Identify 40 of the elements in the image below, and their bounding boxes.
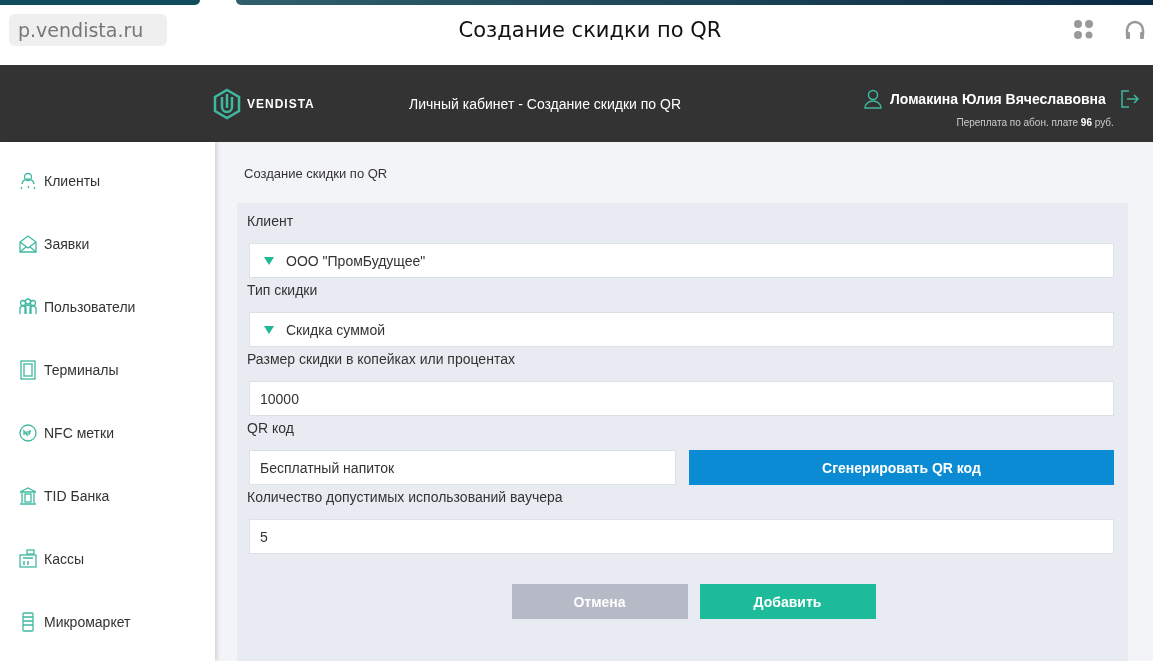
sidebar-item[interactable]: Терминалы [0, 353, 215, 416]
sidebar-item[interactable]: Пользователи [0, 290, 215, 353]
dropdown[interactable]: Скидка суммой [249, 312, 1114, 347]
field-label: Количество допустимых использований ваучера [247, 488, 564, 507]
logout-icon[interactable] [1119, 90, 1140, 108]
sidebar-item[interactable]: Кассы [0, 542, 215, 605]
generate-button[interactable]: Сгенерировать QR код [689, 450, 1114, 485]
input-field[interactable]: 10000 [249, 381, 1114, 416]
sidebar-item[interactable]: TID Банка [0, 479, 215, 542]
headphones-icon[interactable] [1125, 19, 1145, 41]
cash-register-icon [18, 548, 38, 569]
input-field[interactable]: 5 [249, 519, 1114, 554]
user-name[interactable]: Ломакина Юлия Вячеславовна [890, 91, 1106, 107]
triangle-icon [264, 256, 274, 265]
page-title: Создание скидки по QR [457, 18, 723, 42]
field-label: Тип скидки [247, 281, 319, 300]
people-stars-icon [18, 170, 38, 191]
field-label: Размер скидки в копейках или процентах [247, 350, 516, 369]
triangle-icon [264, 325, 274, 334]
address-bar[interactable]: p.vendista.ru [9, 14, 167, 46]
field-label: QR код [247, 419, 295, 438]
dots-icon[interactable] [1073, 19, 1095, 41]
sidebar-item[interactable]: Заявки [0, 227, 215, 290]
dropdown[interactable]: ООО "ПромБудущее" [249, 243, 1114, 278]
bank-icon [18, 485, 38, 506]
logo-icon [213, 87, 241, 120]
input-field[interactable]: Бесплатный напиток [249, 450, 676, 485]
balance-text: Переплата по абон. плате 96 руб. [956, 117, 1114, 128]
terminal-icon [18, 359, 38, 380]
nfc-icon [18, 422, 38, 443]
logo-text: VENDISTA [247, 96, 315, 111]
sidebar-item[interactable]: NFC метки [0, 416, 215, 479]
content-title: Создание скидки по QR [244, 166, 389, 183]
envelope-icon [18, 233, 38, 254]
header-title: Личный кабинет - Создание скидки по QR [409, 95, 682, 112]
sidebar-item[interactable]: Клиенты [0, 164, 215, 227]
group-icon [18, 296, 38, 317]
field-label: Клиент [247, 212, 295, 231]
sidebar-item[interactable]: Микромаркет [0, 605, 215, 661]
user-icon [864, 89, 882, 109]
